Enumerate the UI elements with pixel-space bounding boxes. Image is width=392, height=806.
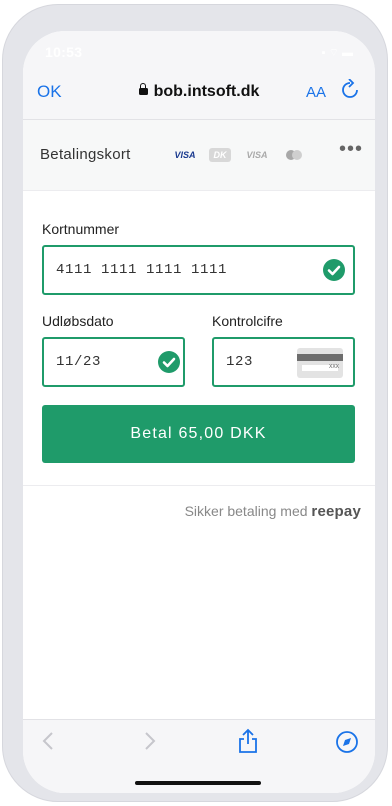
- check-icon: [158, 351, 180, 373]
- card-number-label: Kortnummer: [42, 221, 120, 237]
- share-icon[interactable]: [237, 728, 259, 760]
- status-icons: ▪ ⌔ ▬: [321, 47, 353, 59]
- browser-url-bar: OK bob.intsoft.dk AA: [23, 75, 375, 120]
- back-icon[interactable]: [41, 730, 55, 758]
- cvc-card-icon: XXX: [297, 348, 343, 378]
- payment-method-bar[interactable]: Betalingskort VISA DK VISA •••: [23, 120, 375, 191]
- mastercard-logo: [283, 148, 305, 162]
- pay-button[interactable]: Betal 65,00 DKK: [42, 405, 355, 463]
- forward-icon[interactable]: [143, 730, 157, 758]
- home-indicator: [135, 781, 261, 785]
- compass-icon[interactable]: [335, 730, 359, 760]
- expiry-label: Udløbsdato: [42, 313, 114, 329]
- expiry-value: 11/23: [56, 354, 102, 370]
- phone-frame: 10:53 ▪ ⌔ ▬ OK bob.intsoft.dk AA Betalin…: [2, 4, 388, 802]
- check-icon: [323, 259, 345, 281]
- more-icon[interactable]: •••: [339, 138, 363, 161]
- reepay-logo: reepay: [311, 503, 361, 520]
- cvc-label: Kontrolcifre: [212, 313, 283, 329]
- divider: [23, 485, 375, 486]
- reload-icon[interactable]: [341, 78, 359, 105]
- payment-method-title: Betalingskort: [40, 146, 131, 163]
- secure-payment-note: Sikker betaling med reepay: [185, 503, 361, 520]
- lock-icon: [138, 83, 148, 95]
- reader-text-size-button[interactable]: AA: [306, 84, 326, 101]
- status-time: 10:53: [45, 44, 83, 60]
- expiry-field[interactable]: 11/23: [42, 337, 185, 387]
- visa-logo: VISA: [174, 150, 196, 160]
- card-number-field[interactable]: 4111 1111 1111 1111: [42, 245, 355, 295]
- visa-electron-logo: VISA: [246, 150, 268, 160]
- dankort-logo: DK: [209, 148, 231, 162]
- cvc-value: 123: [226, 354, 254, 370]
- card-number-value: 4111 1111 1111 1111: [56, 262, 228, 278]
- phone-screen: 10:53 ▪ ⌔ ▬ OK bob.intsoft.dk AA Betalin…: [23, 31, 375, 793]
- cvc-card-text: XXX: [329, 364, 340, 370]
- status-bar: 10:53 ▪ ⌔ ▬: [23, 31, 375, 75]
- url-text: bob.intsoft.dk: [153, 83, 260, 100]
- secure-text: Sikker betaling med: [184, 503, 308, 519]
- cvc-field[interactable]: 123 XXX: [212, 337, 355, 387]
